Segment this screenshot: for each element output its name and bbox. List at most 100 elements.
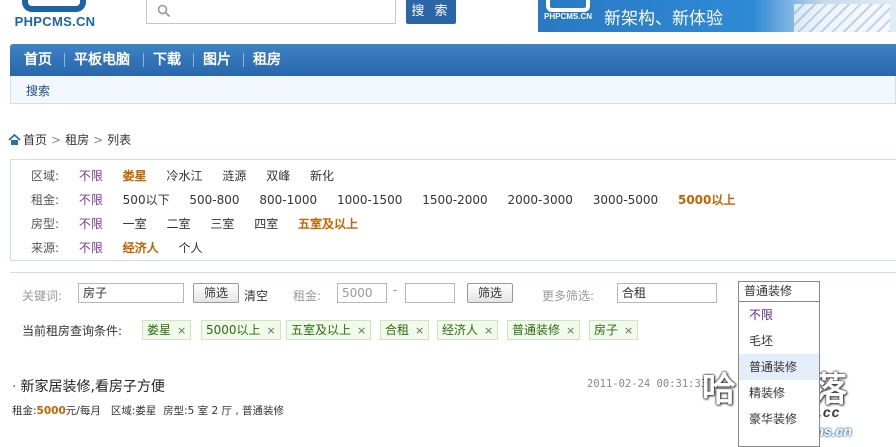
filter-row-region: 区域: 不限 娄星 冷水江 涟源 双峰 新化 bbox=[31, 165, 350, 187]
nav-item-home[interactable]: 首页 bbox=[24, 44, 52, 76]
dropdown-option[interactable]: 不限 bbox=[739, 302, 819, 328]
nav-separator bbox=[64, 53, 65, 67]
dropdown-option-highlighted[interactable]: 普通装修 bbox=[739, 354, 819, 380]
filter-label: 区域: bbox=[31, 169, 60, 183]
listing-meta: 租金:5000元/每月 区域:娄星 房型:5 室 2 厅 , 普通装修 bbox=[12, 403, 284, 418]
dropdown-option[interactable]: 精装修 bbox=[739, 380, 819, 406]
close-icon[interactable]: × bbox=[177, 324, 186, 337]
filter-option[interactable]: 一室 bbox=[123, 213, 147, 235]
filter-option[interactable]: 500以下 bbox=[123, 189, 170, 211]
filter-option[interactable]: 四室 bbox=[254, 213, 278, 235]
rent-max-input[interactable] bbox=[405, 283, 455, 303]
rent-range-separator: - bbox=[393, 283, 398, 297]
search-button[interactable]: 搜 索 bbox=[406, 0, 456, 24]
filter-option[interactable]: 涟源 bbox=[222, 165, 246, 187]
close-icon[interactable]: × bbox=[357, 324, 366, 337]
close-icon[interactable]: × bbox=[624, 324, 633, 337]
price-unit: 元/每月 bbox=[65, 405, 101, 417]
condition-chip[interactable]: 5000以上 × bbox=[201, 320, 281, 340]
filter-option[interactable]: 不限 bbox=[79, 189, 103, 211]
breadcrumb-rent[interactable]: 租房 bbox=[65, 133, 89, 147]
breadcrumb-list: 列表 bbox=[107, 133, 132, 147]
dropdown-option[interactable]: 毛坯 bbox=[739, 328, 819, 354]
rent-label: 租金: bbox=[293, 289, 322, 303]
logo-text: PHPCMS.CN bbox=[14, 14, 96, 29]
chip-label: 房子 bbox=[594, 323, 619, 337]
clear-link[interactable]: 清空 bbox=[244, 287, 268, 304]
filter-option[interactable]: 500-800 bbox=[189, 189, 239, 211]
close-icon[interactable]: × bbox=[484, 324, 493, 337]
nav-separator bbox=[143, 53, 144, 67]
listing-layout: 房型:5 室 2 厅 , 普通装修 bbox=[163, 405, 285, 417]
search-input[interactable] bbox=[146, 0, 396, 24]
condition-chip[interactable]: 房子 × bbox=[589, 320, 639, 340]
filter-option[interactable]: 新化 bbox=[310, 165, 334, 187]
filter-option-active[interactable]: 五室及以上 bbox=[298, 213, 358, 235]
nav-item-images[interactable]: 图片 bbox=[203, 44, 231, 76]
condition-chip[interactable]: 经济人 × bbox=[437, 320, 499, 340]
bullet-icon: · bbox=[12, 379, 17, 395]
banner-decoration bbox=[794, 4, 890, 32]
sub-nav: 搜索 bbox=[10, 76, 896, 104]
dropdown-option[interactable]: 豪华装修 bbox=[739, 406, 819, 432]
more-filter-select[interactable]: 合租 bbox=[617, 283, 717, 303]
nav-separator bbox=[193, 53, 194, 67]
filter-button[interactable]: 筛选 bbox=[193, 283, 239, 303]
filter-panel: 区域: 不限 娄星 冷水江 涟源 双峰 新化 租金: 不限 500以下 500-… bbox=[10, 159, 896, 261]
chip-label: 合租 bbox=[385, 323, 410, 337]
filter-option[interactable]: 不限 bbox=[79, 213, 103, 235]
condition-chip[interactable]: 合租 × bbox=[380, 320, 430, 340]
filter-option[interactable]: 冷水江 bbox=[167, 165, 203, 187]
filter-label: 来源: bbox=[31, 241, 60, 255]
filter-option-active[interactable]: 5000以上 bbox=[678, 189, 735, 211]
subnav-item-search[interactable]: 搜索 bbox=[26, 82, 50, 99]
filter-option[interactable]: 三室 bbox=[210, 213, 234, 235]
query-conditions: 当前租房查询条件: 娄星 × 5000以上 × 五室及以上 × 合租 × 经济人 × 普通… bbox=[10, 316, 750, 346]
close-icon[interactable]: × bbox=[267, 324, 276, 337]
filter-label: 房型: bbox=[31, 217, 60, 231]
filter-option[interactable]: 1500-2000 bbox=[422, 189, 487, 211]
promo-banner[interactable]: PHPCMS.CN 新架构、新体验 bbox=[538, 0, 896, 32]
keyword-input[interactable]: 房子 bbox=[78, 283, 184, 303]
filter-option[interactable]: 不限 bbox=[79, 165, 103, 187]
filter-row-rent: 租金: 不限 500以下 500-800 800-1000 1000-1500 … bbox=[31, 189, 751, 211]
nav-item-download[interactable]: 下载 bbox=[153, 44, 181, 76]
chip-label: 5000以上 bbox=[206, 323, 261, 337]
condition-chip[interactable]: 五室及以上 × bbox=[286, 320, 372, 340]
breadcrumb-home[interactable]: 首页 bbox=[23, 133, 47, 147]
condition-chip[interactable]: 娄星 × bbox=[142, 320, 192, 340]
filter-option-active[interactable]: 经济人 bbox=[123, 237, 159, 259]
condition-chip[interactable]: 普通装修 × bbox=[507, 320, 581, 340]
home-icon bbox=[8, 133, 21, 151]
filter-option[interactable]: 2000-3000 bbox=[507, 189, 572, 211]
listing-title-text[interactable]: 新家居装修,看房子方便 bbox=[20, 379, 164, 395]
rent-meta-label: 租金: bbox=[12, 405, 37, 417]
nav-item-tablet[interactable]: 平板电脑 bbox=[74, 44, 130, 76]
filter-option[interactable]: 不限 bbox=[79, 237, 103, 259]
rent-min-input[interactable]: 5000 bbox=[337, 283, 387, 303]
filter-option[interactable]: 双峰 bbox=[266, 165, 290, 187]
filter-row-layout: 房型: 不限 一室 二室 三室 四室 五室及以上 bbox=[31, 213, 374, 235]
chip-label: 五室及以上 bbox=[291, 323, 352, 337]
nav-separator bbox=[243, 53, 244, 67]
filter-option[interactable]: 1000-1500 bbox=[337, 189, 402, 211]
listing-title[interactable]: · 新家居装修,看房子方便 bbox=[12, 376, 165, 396]
search-icon bbox=[157, 4, 171, 21]
filter-row-source: 来源: 不限 经济人 个人 bbox=[31, 237, 219, 259]
filter-option[interactable]: 800-1000 bbox=[259, 189, 317, 211]
filter-option[interactable]: 3000-5000 bbox=[593, 189, 658, 211]
decoration-select[interactable]: 普通装修 bbox=[738, 281, 820, 302]
breadcrumb: 首页 > 租房 > 列表 bbox=[8, 131, 131, 149]
close-icon[interactable]: × bbox=[566, 324, 575, 337]
filter-option-active[interactable]: 娄星 bbox=[123, 165, 147, 187]
nav-item-rent[interactable]: 租房 bbox=[253, 44, 281, 76]
filter-option[interactable]: 二室 bbox=[167, 213, 191, 235]
more-filter-label: 更多筛选: bbox=[542, 289, 595, 303]
filter-option[interactable]: 个人 bbox=[179, 237, 203, 259]
chip-label: 娄星 bbox=[147, 323, 172, 337]
rent-filter-button[interactable]: 筛选 bbox=[467, 283, 513, 303]
close-icon[interactable]: × bbox=[415, 324, 424, 337]
area-meta-label: 区域: bbox=[110, 405, 136, 417]
chevron-right-icon: > bbox=[93, 133, 104, 147]
logo[interactable]: PHPCMS.CN bbox=[0, 0, 110, 38]
